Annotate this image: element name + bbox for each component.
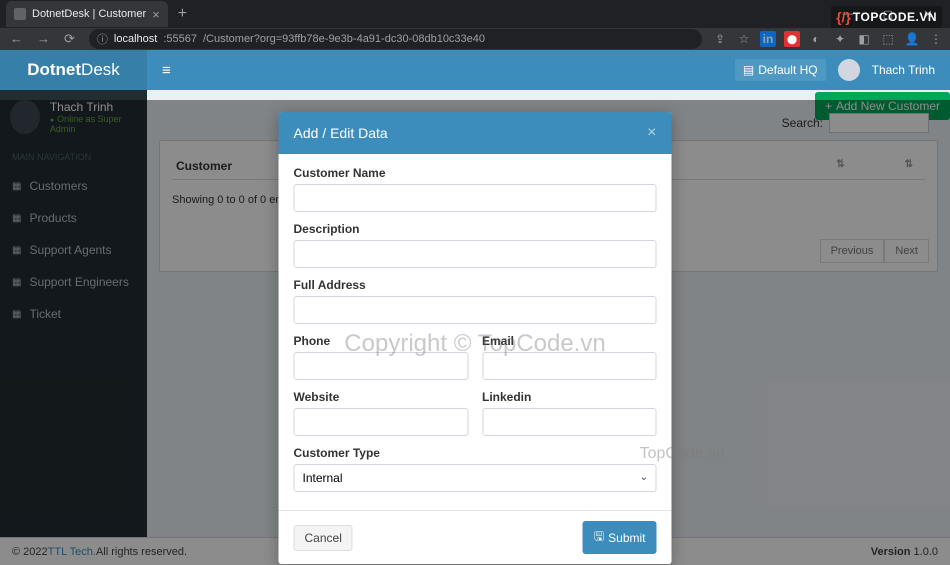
profile-icon[interactable]: 👤 <box>904 31 920 47</box>
label-email: Email <box>482 334 657 348</box>
org-switcher[interactable]: ▤ Default HQ <box>735 59 826 81</box>
submit-button[interactable]: 🖫Submit <box>583 521 657 554</box>
phone-input[interactable] <box>294 352 469 380</box>
new-tab-button[interactable]: + <box>168 5 197 23</box>
ext-icon-2[interactable]: ◐ <box>808 31 824 47</box>
ext-icon-3[interactable]: ✦ <box>832 31 848 47</box>
tab-title: DotnetDesk | Customer <box>32 8 146 20</box>
label-website: Website <box>294 390 469 404</box>
ext-icon-1[interactable]: ⬤ <box>784 31 800 47</box>
share-icon[interactable]: ⇪ <box>712 31 728 47</box>
back-button[interactable]: ← <box>10 31 23 47</box>
org-label: Default HQ <box>758 63 817 77</box>
browser-tab[interactable]: DotnetDesk | Customer × <box>6 1 168 27</box>
label-phone: Phone <box>294 334 469 348</box>
browser-chrome: DotnetDesk | Customer × + ― ▢ ✕ ← → ⟳ ⓘ … <box>0 0 950 50</box>
modal-header: Add / Edit Data × <box>279 112 672 154</box>
modal-title: Add / Edit Data <box>294 125 388 141</box>
label-customer-name: Customer Name <box>294 166 657 180</box>
linkedin-ext-icon[interactable]: in <box>760 31 776 47</box>
url-port: :55567 <box>163 33 197 45</box>
avatar[interactable] <box>838 59 860 81</box>
label-full-address: Full Address <box>294 278 657 292</box>
label-customer-type: Customer Type <box>294 446 657 460</box>
logo[interactable]: DotnetDesk <box>0 50 147 90</box>
customer-type-select[interactable]: Internal <box>294 464 657 492</box>
menu-icon[interactable]: ⋮ <box>928 31 944 47</box>
customer-name-input[interactable] <box>294 184 657 212</box>
ext-icon-4[interactable]: ◧ <box>856 31 872 47</box>
address-bar[interactable]: ⓘ localhost :55567/Customer?org=93ffb78e-… <box>89 29 702 49</box>
modal: Add / Edit Data × Customer Name Descript… <box>279 112 672 564</box>
url-host: localhost <box>114 33 157 45</box>
ext-icon-5[interactable]: ⬚ <box>880 31 896 47</box>
tab-favicon <box>14 8 26 20</box>
site-info-icon[interactable]: ⓘ <box>97 31 108 47</box>
bookmark-icon[interactable]: ☆ <box>736 31 752 47</box>
reload-button[interactable]: ⟳ <box>64 31 75 47</box>
label-linkedin: Linkedin <box>482 390 657 404</box>
url-path: /Customer?org=93ffb78e-9e3b-4a91-dc30-08… <box>203 33 485 45</box>
forward-button[interactable]: → <box>37 31 50 47</box>
sidebar-toggle-icon[interactable]: ≡ <box>147 62 186 79</box>
topcode-badge: {/}TOPCODE.VN <box>831 6 942 28</box>
cancel-button[interactable]: Cancel <box>294 525 353 551</box>
app-header: DotnetDesk ≡ ▤ Default HQ Thach Trinh <box>0 50 950 90</box>
header-username[interactable]: Thach Trinh <box>872 63 935 77</box>
full-address-input[interactable] <box>294 296 657 324</box>
description-input[interactable] <box>294 240 657 268</box>
tab-close-icon[interactable]: × <box>152 7 160 22</box>
close-icon[interactable]: × <box>647 124 656 142</box>
building-icon: ▤ <box>743 63 754 77</box>
label-description: Description <box>294 222 657 236</box>
linkedin-input[interactable] <box>482 408 657 436</box>
save-icon: 🖫 <box>594 527 604 548</box>
website-input[interactable] <box>294 408 469 436</box>
email-input[interactable] <box>482 352 657 380</box>
